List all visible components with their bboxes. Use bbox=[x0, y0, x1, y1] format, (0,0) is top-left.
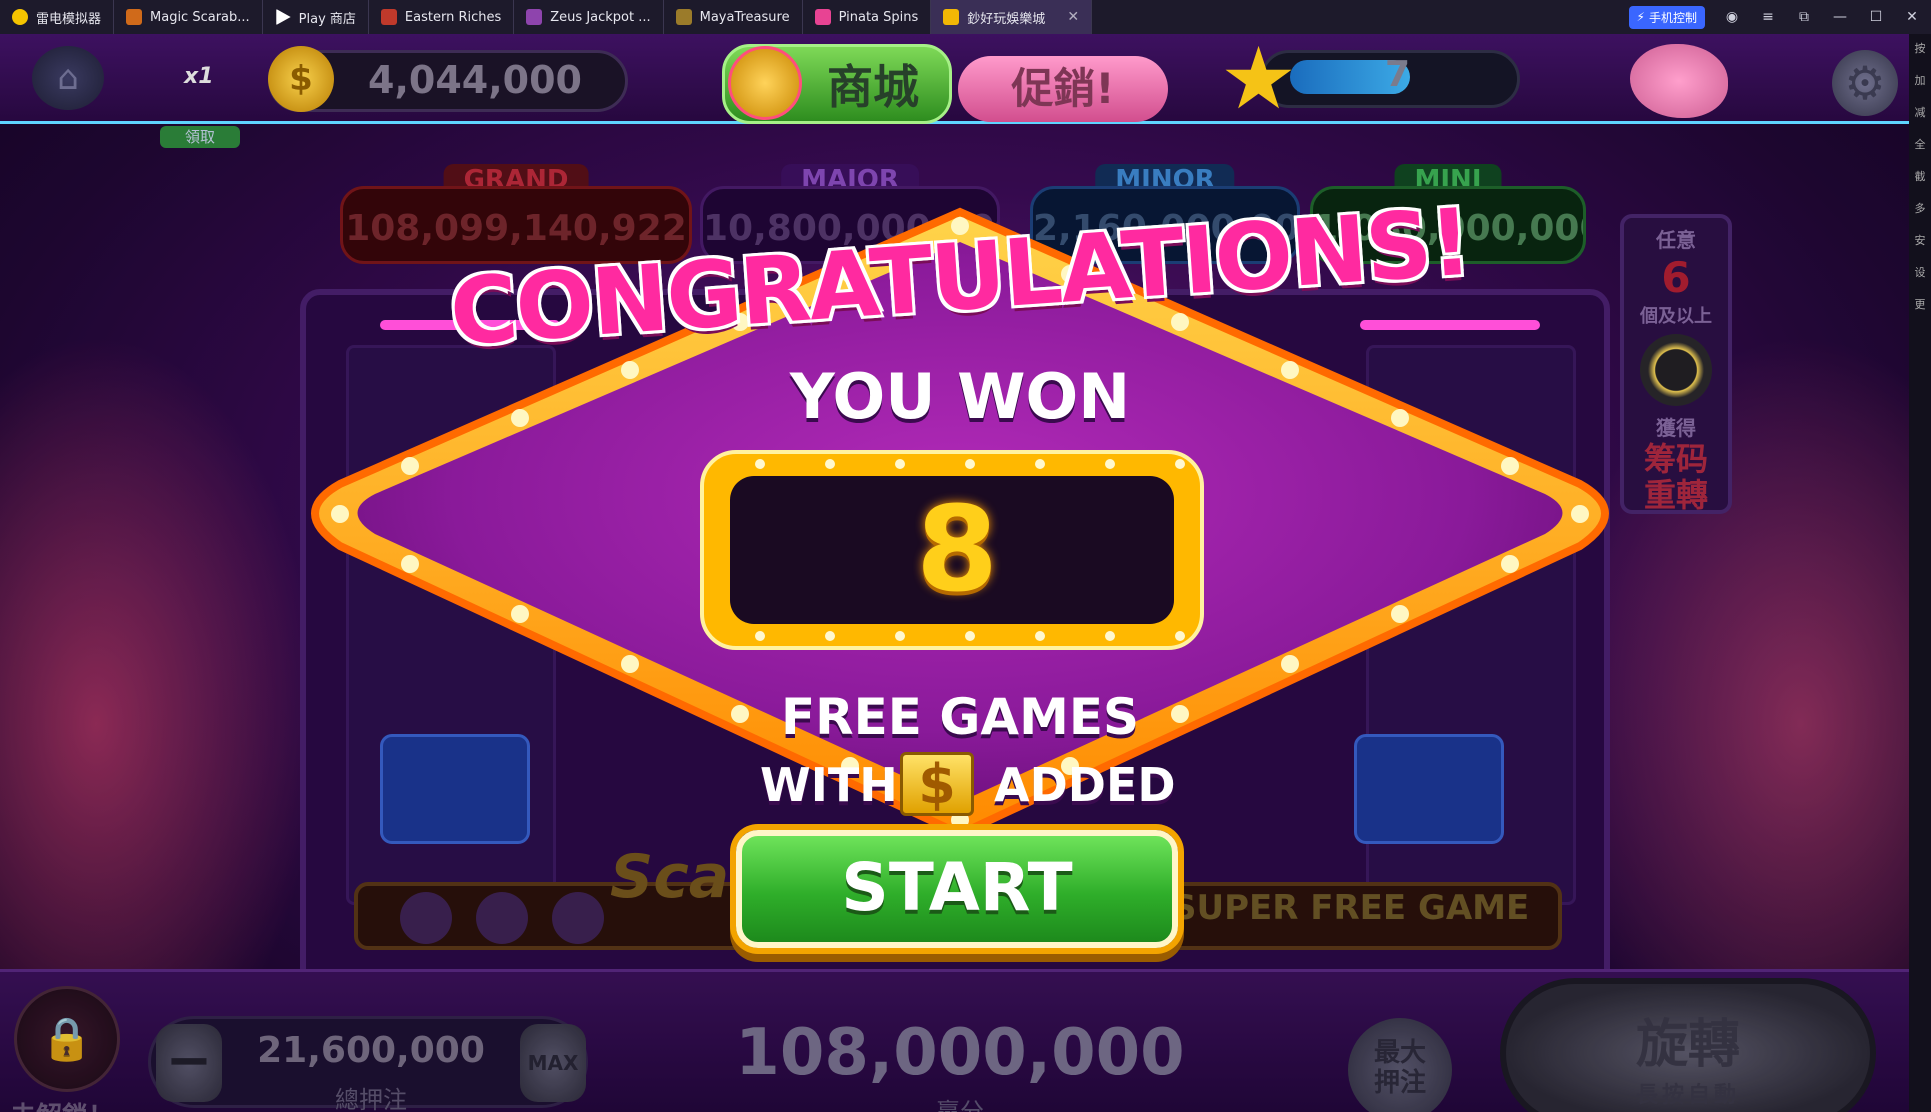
window-controls: ⚡ 手机控制 ◉ ≡ ⧉ — ☐ ✕ bbox=[1628, 0, 1921, 34]
play-store-icon bbox=[276, 9, 291, 25]
account-icon[interactable]: ◉ bbox=[1723, 9, 1741, 25]
you-won-label: YOU WON bbox=[789, 360, 1131, 433]
tab-zeus-jackpot[interactable]: Zeus Jackpot ... bbox=[514, 0, 664, 34]
free-games-label: FREE GAMES bbox=[780, 688, 1140, 746]
sidebar-item[interactable]: 截 bbox=[1915, 170, 1926, 184]
pinata-icon bbox=[814, 9, 831, 25]
tab-label: Pinata Spins bbox=[838, 9, 919, 25]
sidebar-item[interactable]: 多 bbox=[1915, 202, 1926, 216]
free-games-count: 8 bbox=[915, 480, 999, 618]
coin-balance: 4,044,000 bbox=[368, 58, 582, 102]
sidebar-item[interactable]: 安 bbox=[1915, 234, 1926, 248]
tab-maya-treasure[interactable]: MayaTreasure bbox=[664, 0, 803, 34]
maya-icon bbox=[675, 9, 692, 25]
promo-button[interactable]: 促銷! bbox=[958, 56, 1168, 122]
level-number: 7 bbox=[1385, 54, 1411, 95]
zeus-icon bbox=[526, 9, 543, 25]
coin-icon: $ bbox=[268, 46, 334, 112]
scarab-game-icon bbox=[126, 9, 143, 25]
sidebar-item[interactable]: 减 bbox=[1915, 106, 1926, 120]
casino-icon bbox=[943, 9, 960, 25]
tab-magic-scarab[interactable]: Magic Scarab... bbox=[114, 0, 263, 34]
tab-label: MayaTreasure bbox=[699, 9, 790, 25]
gift-icon bbox=[728, 46, 802, 120]
eastern-riches-icon bbox=[380, 9, 397, 25]
home-icon[interactable]: ⌂ bbox=[32, 46, 104, 110]
menu-icon[interactable]: ≡ bbox=[1759, 9, 1777, 25]
emulator-sidebar: 按 加 减 全 截 多 安 设 更 bbox=[1909, 34, 1931, 1112]
sidebar-item[interactable]: 全 bbox=[1915, 138, 1926, 152]
added-label: ADDED bbox=[994, 758, 1176, 812]
tab-pinata-spins[interactable]: Pinata Spins bbox=[803, 0, 932, 34]
ldplayer-icon bbox=[12, 9, 28, 25]
sidebar-item[interactable]: 加 bbox=[1915, 74, 1926, 88]
tab-label: Magic Scarab... bbox=[150, 9, 250, 25]
multiplier-label: x1 bbox=[184, 64, 214, 89]
tab-label: 鈔好玩娛樂城 bbox=[967, 11, 1046, 27]
tab-label: Play 商店 bbox=[298, 11, 356, 27]
star-icon: ★ bbox=[1220, 34, 1298, 129]
multiplier-bonus[interactable]: x1 領取 bbox=[160, 52, 240, 148]
tab-label: Eastern Riches bbox=[404, 9, 502, 25]
tab-label: 雷电模拟器 bbox=[36, 11, 102, 27]
tab-play-store[interactable]: Play 商店 bbox=[263, 0, 369, 34]
minimize-icon[interactable]: — bbox=[1831, 9, 1849, 25]
close-tab-icon[interactable]: ✕ bbox=[1067, 9, 1079, 25]
gear-icon[interactable]: ⚙ bbox=[1832, 50, 1898, 116]
close-window-icon[interactable]: ✕ bbox=[1903, 9, 1921, 25]
sidebar-item[interactable]: 按 bbox=[1915, 42, 1926, 56]
lightning-icon: ⚡ bbox=[1636, 10, 1645, 24]
phone-control-label: 手机控制 bbox=[1648, 10, 1697, 25]
start-button[interactable]: START bbox=[736, 830, 1178, 948]
phone-control-button[interactable]: ⚡ 手机控制 bbox=[1628, 5, 1705, 29]
dollar-symbol-icon: $ bbox=[900, 752, 974, 816]
game-screen: ⌂ x1 領取 $ 4,044,000 商城 促銷! ★ 7 ⚙ GRAND 1… bbox=[0, 34, 1909, 1112]
tab-eastern-riches[interactable]: Eastern Riches bbox=[369, 0, 515, 34]
sidebar-item[interactable]: 设 bbox=[1915, 266, 1926, 280]
tab-label: Zeus Jackpot ... bbox=[550, 9, 651, 25]
with-label: WITH bbox=[760, 758, 898, 812]
restore-icon[interactable]: ⧉ bbox=[1795, 9, 1813, 25]
tab-bar: 雷电模拟器 Magic Scarab... Play 商店 Eastern Ri… bbox=[0, 0, 1931, 34]
maximize-icon[interactable]: ☐ bbox=[1867, 9, 1885, 25]
tab-casino-active[interactable]: 鈔好玩娛樂城 ✕ bbox=[931, 0, 1093, 34]
sidebar-item[interactable]: 更 bbox=[1915, 298, 1926, 312]
tab-ldplayer[interactable]: 雷电模拟器 bbox=[0, 0, 115, 34]
